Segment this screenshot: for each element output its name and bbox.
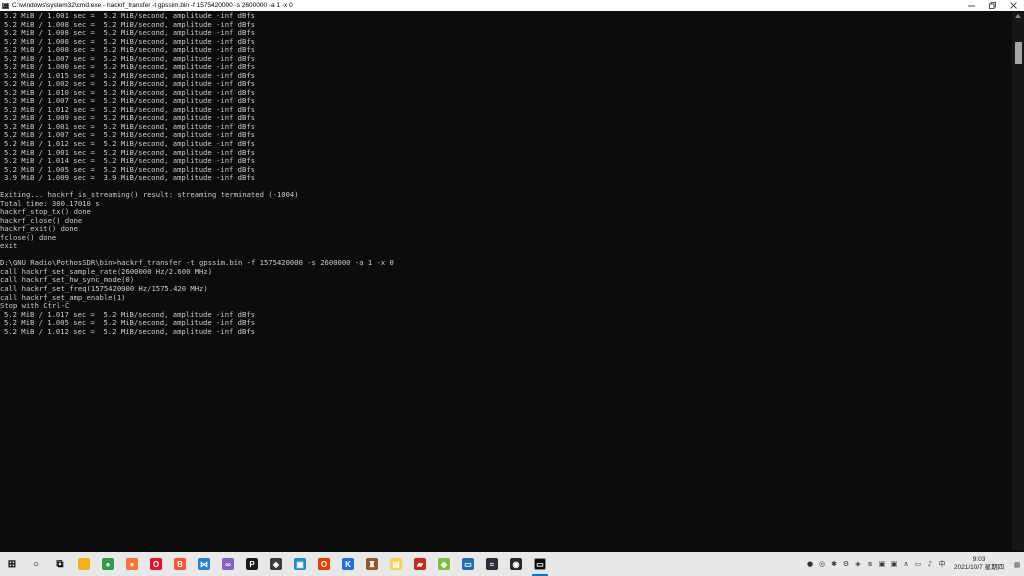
- console-line: call hackrf_set_sample_rate(2600000 Hz/2…: [0, 266, 213, 276]
- window-icon: ▣: [294, 558, 306, 570]
- tray-icon[interactable]: ▣: [876, 552, 888, 576]
- taskbar-app-green[interactable]: ◆: [432, 552, 456, 576]
- taskbar-visual-studio[interactable]: ∞: [216, 552, 240, 576]
- visual-studio-icon: ∞: [222, 558, 234, 570]
- search-circle-icon: ○: [32, 558, 40, 570]
- taskbar-settings-blue[interactable]: ▣: [288, 552, 312, 576]
- tray-icon[interactable]: ●: [804, 552, 816, 576]
- taskbar-cmd[interactable]: ▭: [528, 552, 552, 576]
- notification-icon: ▤: [1014, 559, 1020, 569]
- leaf-icon: ◆: [438, 558, 450, 570]
- console-line: 5.2 MiB / 1.012 sec = 5.2 MiB/second, am…: [4, 326, 255, 336]
- minimize-button[interactable]: [961, 0, 982, 11]
- windows-logo-icon: ⊞: [7, 558, 17, 570]
- console-line: exit: [0, 241, 18, 251]
- folder-icon: [78, 558, 90, 570]
- task-view-icon: ⧉: [56, 558, 64, 570]
- taskbar-app-chart[interactable]: ≈: [480, 552, 504, 576]
- firefox-icon: ●: [126, 558, 138, 570]
- close-icon: [1010, 2, 1017, 9]
- chrome-icon: ●: [102, 558, 114, 570]
- restore-icon: [989, 2, 996, 9]
- clock[interactable]: 9:03 2021/10/7 星期四: [948, 556, 1010, 572]
- tray-icon[interactable]: 中: [936, 552, 948, 576]
- note-icon: ▤: [390, 558, 402, 570]
- console-line: call hackrf_set_freq(1575420000 Hz/1575.…: [0, 284, 208, 293]
- console-line: 3.9 MiB / 1.009 sec = 3.9 MiB/second, am…: [4, 173, 255, 183]
- minimize-icon: [968, 5, 975, 7]
- bottle-icon: ♜: [366, 558, 378, 570]
- tray-icons: ● ◎ ✱ ⚙ ◈ ʙ ▣ ▣ ∧ ▭ ♪ 中: [804, 552, 948, 576]
- title-bar[interactable]: C:\ C:\windows\system32\cmd.exe - hackrf…: [0, 0, 1024, 11]
- system-tray: ● ◎ ✱ ⚙ ◈ ʙ ▣ ▣ ∧ ▭ ♪ 中 9:03 2021/10/7 星期四 ▤: [804, 552, 1024, 576]
- opera-icon: O: [150, 558, 162, 570]
- task-view-button[interactable]: ⧉: [48, 552, 72, 576]
- console-line: hackrf_stop_tx() done: [0, 207, 91, 217]
- clock-date: 2021/10/7 星期四: [953, 564, 1005, 571]
- chart-icon: ≈: [486, 558, 498, 570]
- tray-icon[interactable]: ▣: [888, 552, 900, 576]
- tray-icon[interactable]: ⚙: [840, 552, 852, 576]
- terminal-icon: ▭: [534, 558, 546, 570]
- search-button[interactable]: ○: [24, 552, 48, 576]
- taskbar-chrome[interactable]: ●: [96, 552, 120, 576]
- taskbar-github[interactable]: ◉: [504, 552, 528, 576]
- console-line: Total time: 300.17010 s: [0, 198, 100, 208]
- app-icon: ◈: [270, 558, 282, 570]
- console-line: hackrf_close() done: [0, 215, 83, 225]
- taskbar-brave[interactable]: B: [168, 552, 192, 576]
- taskbar-file-explorer[interactable]: [72, 552, 96, 576]
- pycharm-icon: P: [246, 558, 258, 570]
- restore-button[interactable]: [982, 0, 1003, 11]
- start-button[interactable]: ⊞: [0, 552, 24, 576]
- tray-icon[interactable]: ▭: [912, 552, 924, 576]
- tray-icon[interactable]: ʙ: [864, 552, 876, 576]
- window-title: C:\windows\system32\cmd.exe - hackrf_tra…: [12, 2, 293, 9]
- taskbar-app-dark[interactable]: ◈: [264, 552, 288, 576]
- taskbar-firefox[interactable]: ●: [120, 552, 144, 576]
- k-icon: K: [342, 558, 354, 570]
- notification-button[interactable]: ▤: [1010, 552, 1024, 576]
- clock-time: 9:03: [972, 556, 986, 563]
- cmd-app-icon[interactable]: C:\: [2, 2, 10, 9]
- taskbar-pycharm[interactable]: P: [240, 552, 264, 576]
- window-controls: [961, 0, 1024, 11]
- box-icon: ▰: [414, 558, 426, 570]
- brave-icon: B: [174, 558, 186, 570]
- taskbar-office[interactable]: O: [312, 552, 336, 576]
- console-line: hackrf_exit() done: [0, 224, 78, 234]
- tray-icon[interactable]: ◎: [816, 552, 828, 576]
- taskbar-app-bottle[interactable]: ♜: [360, 552, 384, 576]
- close-button[interactable]: [1003, 0, 1024, 11]
- vscode-icon: ⋈: [198, 558, 210, 570]
- taskbar-opera[interactable]: O: [144, 552, 168, 576]
- scroll-up-arrow-icon[interactable]: [1015, 14, 1021, 18]
- tray-icon[interactable]: ◈: [852, 552, 864, 576]
- monitor-icon: ▭: [462, 558, 474, 570]
- taskbar-app-red[interactable]: ▰: [408, 552, 432, 576]
- taskbar: ⊞ ○ ⧉ ● ● O B ⋈ ∞ P ◈ ▣ O K ♜ ▤ ▰ ◆ ▭ ≈ ◉ ▭ ● ◎ ✱ ⚙ ◈ ʙ ▣ ▣ ∧ ▭ ♪ 中 9:03…: [0, 552, 1024, 576]
- tray-icon[interactable]: ✱: [828, 552, 840, 576]
- github-icon: ◉: [510, 558, 522, 570]
- tray-icon[interactable]: ∧: [900, 552, 912, 576]
- taskbar-app-yellow[interactable]: ▤: [384, 552, 408, 576]
- console-output[interactable]: 5.2 MiB / 1.001 sec = 5.2 MiB/second, am…: [0, 12, 1012, 550]
- taskbar-apps: ⊞ ○ ⧉ ● ● O B ⋈ ∞ P ◈ ▣ O K ♜ ▤ ▰ ◆ ▭ ≈ ◉ ▭: [0, 552, 552, 576]
- scroll-thumb[interactable]: [1015, 42, 1022, 64]
- console-line: fclose() done: [0, 232, 57, 242]
- office-icon: O: [318, 558, 330, 570]
- tray-icon[interactable]: ♪: [924, 552, 936, 576]
- vertical-scrollbar[interactable]: [1012, 12, 1024, 550]
- taskbar-app-monitor[interactable]: ▭: [456, 552, 480, 576]
- taskbar-app-k[interactable]: K: [336, 552, 360, 576]
- console-line: Exiting... hackrf_is_streaming() result:…: [0, 190, 299, 200]
- console-line: call hackrf_set_amp_enable(1): [0, 292, 126, 302]
- taskbar-vscode[interactable]: ⋈: [192, 552, 216, 576]
